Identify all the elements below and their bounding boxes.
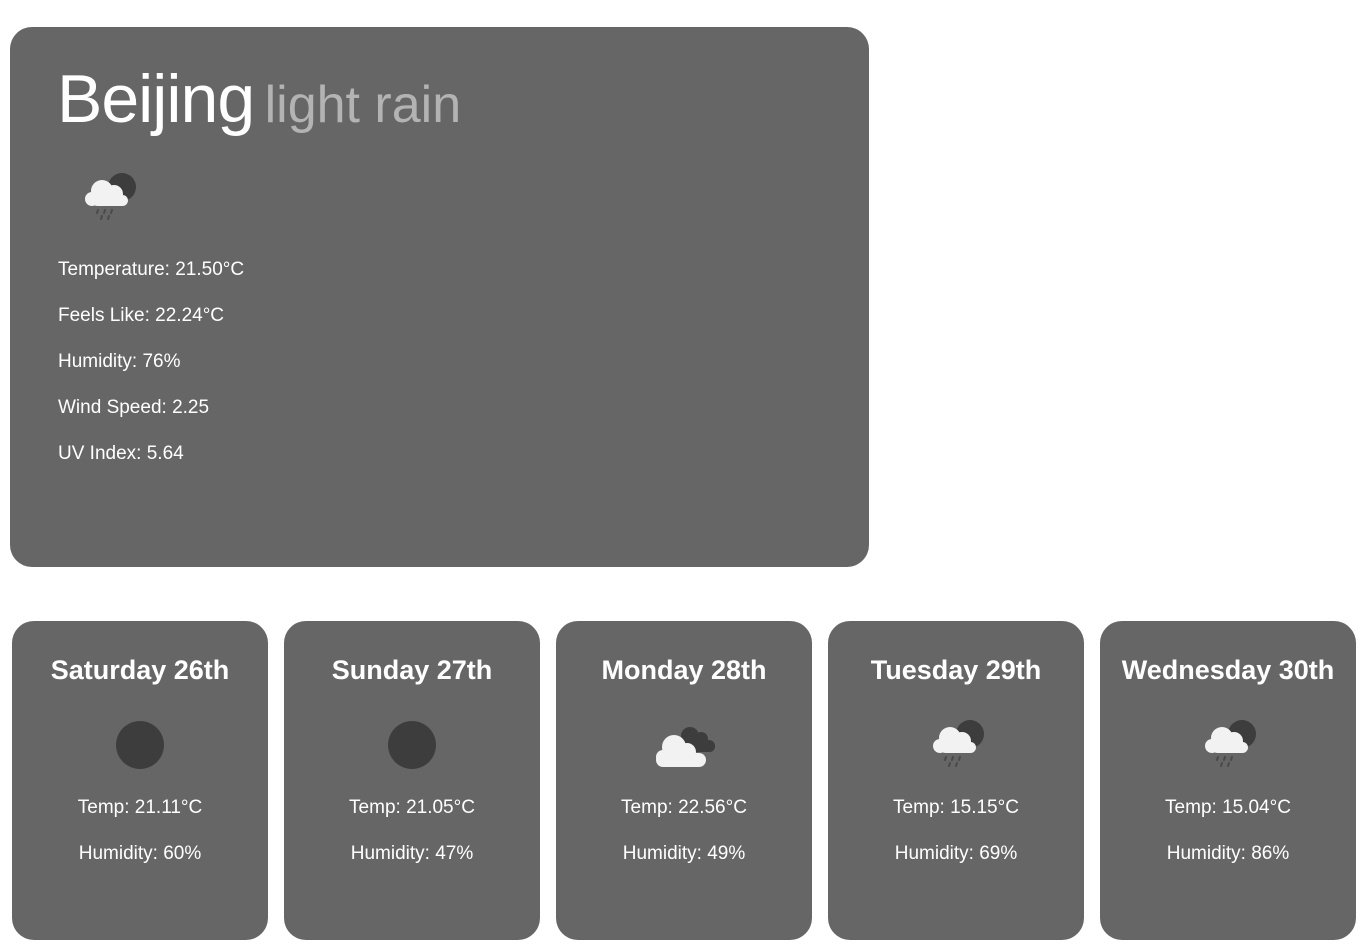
clear-night-icon	[388, 721, 436, 769]
stat-wind-speed: Wind Speed: 2.25	[58, 397, 244, 443]
stat-value: 76%	[142, 351, 181, 372]
forecast-day: Monday 28th	[601, 655, 767, 685]
humidity-value: 86%	[1251, 843, 1290, 864]
current-title: Beijing light rain	[57, 65, 461, 133]
forecast-card: Wednesday 30th Temp: 15.04°C Humidity: 8…	[1100, 621, 1356, 940]
weather-condition: light rain	[264, 76, 462, 134]
humidity-label: Humidity:	[894, 843, 974, 864]
humidity-label: Humidity:	[350, 843, 430, 864]
forecast-humidity: Humidity: 86%	[1100, 843, 1356, 865]
humidity-value: 69%	[979, 843, 1018, 864]
forecast-day: Sunday 27th	[331, 655, 493, 685]
forecast-day: Tuesday 29th	[870, 655, 1042, 685]
clouds-icon	[656, 727, 715, 767]
forecast-humidity: Humidity: 69%	[828, 843, 1084, 865]
rain-cloud-night-icon	[933, 720, 984, 767]
stat-temperature: Temperature: 21.50°C	[58, 259, 244, 305]
stat-label: Wind Speed:	[58, 397, 167, 418]
forecast-card: Saturday 26th Temp: 21.11°C Humidity: 60…	[12, 621, 268, 940]
forecast-day: Saturday 26th	[50, 655, 230, 685]
stat-value: 21.50°C	[175, 259, 245, 280]
clear-night-icon	[116, 721, 164, 769]
temp-label: Temp:	[621, 797, 673, 818]
humidity-value: 60%	[163, 843, 202, 864]
temp-value: 21.11°C	[134, 797, 203, 818]
forecast-humidity: Humidity: 60%	[12, 843, 268, 865]
temp-label: Temp:	[1165, 797, 1217, 818]
forecast-temp: Temp: 21.05°C	[284, 797, 540, 819]
forecast-card: Tuesday 29th Temp: 15.15°C Humidity: 69%	[828, 621, 1084, 940]
current-stats: Temperature: 21.50°C Feels Like: 22.24°C…	[58, 259, 244, 489]
forecast-temp: Temp: 15.15°C	[828, 797, 1084, 819]
forecast-temp: Temp: 22.56°C	[556, 797, 812, 819]
stat-label: Humidity:	[58, 351, 138, 372]
temp-label: Temp:	[349, 797, 401, 818]
temp-label: Temp:	[77, 797, 130, 818]
current-weather-card: Beijing light rain Temperature: 21.50°C …	[10, 27, 869, 567]
rain-cloud-night-icon	[1205, 720, 1256, 767]
stat-label: Temperature:	[58, 259, 170, 280]
stat-label: Feels Like:	[58, 305, 150, 326]
forecast-card: Sunday 27th Temp: 21.05°C Humidity: 47%	[284, 621, 540, 940]
rain-cloud-night-icon	[85, 173, 136, 220]
stat-value: 5.64	[146, 443, 184, 464]
stat-value: 2.25	[172, 397, 210, 418]
city-name: Beijing	[57, 61, 255, 137]
stat-humidity: Humidity: 76%	[58, 351, 244, 397]
forecast-temp: Temp: 15.04°C	[1100, 797, 1356, 819]
stat-value: 22.24°C	[155, 305, 225, 326]
temp-value: 15.04°C	[1222, 797, 1291, 818]
stat-uv-index: UV Index: 5.64	[58, 443, 244, 489]
forecast-card: Monday 28th Temp: 22.56°C Humidity: 49%	[556, 621, 812, 940]
humidity-value: 49%	[707, 843, 746, 864]
humidity-label: Humidity:	[1166, 843, 1246, 864]
forecast-day: Wednesday 30th	[1121, 655, 1335, 685]
humidity-label: Humidity:	[78, 843, 158, 864]
stat-label: UV Index:	[58, 443, 142, 464]
forecast-humidity: Humidity: 47%	[284, 843, 540, 865]
humidity-value: 47%	[435, 843, 474, 864]
temp-value: 15.15°C	[950, 797, 1019, 818]
temp-label: Temp:	[893, 797, 945, 818]
forecast-humidity: Humidity: 49%	[556, 843, 812, 865]
forecast-temp: Temp: 21.11°C	[12, 797, 268, 819]
stat-feels-like: Feels Like: 22.24°C	[58, 305, 244, 351]
temp-value: 21.05°C	[406, 797, 475, 818]
humidity-label: Humidity:	[622, 843, 702, 864]
temp-value: 22.56°C	[678, 797, 747, 818]
